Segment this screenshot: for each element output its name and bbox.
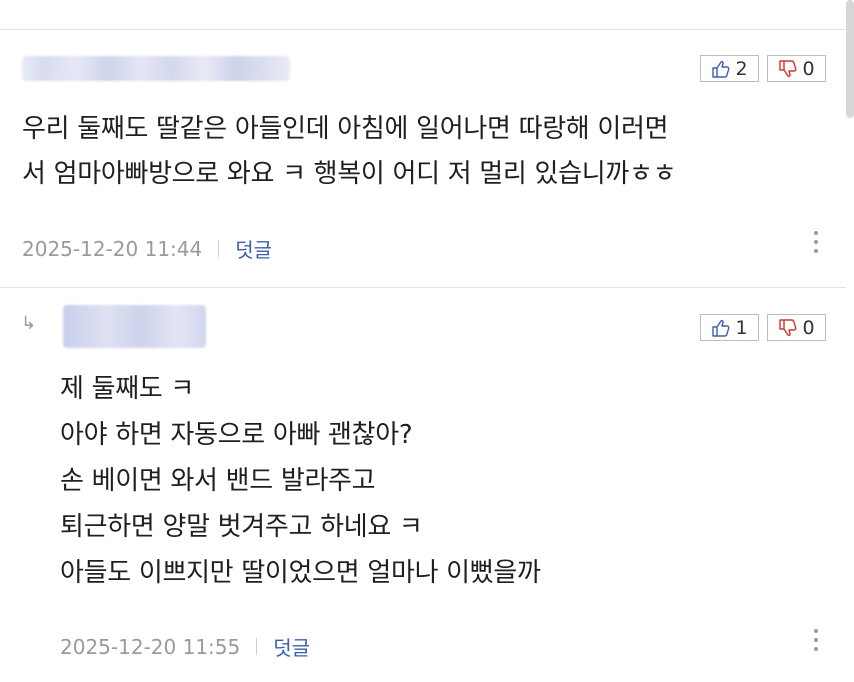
divider xyxy=(0,287,846,288)
more-vertical-icon[interactable] xyxy=(813,629,819,651)
comment-line: 서 엄마아빠방으로 와요 ㅋ 행복이 어디 저 멀리 있습니까ㅎㅎ xyxy=(22,159,677,189)
timestamp: 2025-12-20 11:44 xyxy=(22,236,203,261)
reply-link[interactable]: 덧글 xyxy=(235,234,272,263)
comment-body: 우리 둘째도 딸같은 아들인데 아침에 일어나면 따랑해 이러면 서 엄마아빠방… xyxy=(22,107,677,197)
thumbs-down-icon xyxy=(779,318,797,336)
comment-meta: 2025-12-20 11:55 덧글 xyxy=(60,632,310,661)
thumbs-up-icon xyxy=(712,60,730,78)
dislike-button[interactable]: 0 xyxy=(767,314,826,341)
blurred-username xyxy=(63,305,206,348)
like-button[interactable]: 1 xyxy=(700,314,759,341)
thumbs-up-icon xyxy=(712,319,730,337)
meta-separator xyxy=(256,638,258,655)
thumbs-down-icon xyxy=(779,59,797,77)
comment-section: 2 0 우리 둘째도 딸같은 아들인데 아침에 일어나면 따랑해 이러면 서 엄… xyxy=(0,0,854,682)
dislike-button[interactable]: 0 xyxy=(767,55,826,82)
reply-link[interactable]: 덧글 xyxy=(273,632,310,661)
reply-arrow-icon: ↳ xyxy=(21,313,37,334)
comment-line: 아야 하면 자동으로 아빠 괜찮아? xyxy=(60,420,413,450)
dislike-count: 0 xyxy=(802,57,815,80)
more-vertical-icon[interactable] xyxy=(813,231,819,253)
comment-body: 제 둘째도 ㅋ 아야 하면 자동으로 아빠 괜찮아? 손 베이면 와서 밴드 발… xyxy=(60,366,541,596)
blurred-username xyxy=(22,56,290,81)
comment-line: 아들도 이쁘지만 딸이었으면 얼마나 이뻤을까 xyxy=(60,558,541,588)
comment-line: 손 베이면 와서 밴드 발라주고 xyxy=(60,466,376,496)
timestamp: 2025-12-20 11:55 xyxy=(60,634,241,659)
divider xyxy=(0,29,846,30)
like-button[interactable]: 2 xyxy=(700,55,759,82)
scrollbar[interactable] xyxy=(846,0,854,118)
comment-line: 퇴근하면 양말 벗겨주고 하네요 ㅋ xyxy=(60,512,423,542)
comment-line: 우리 둘째도 딸같은 아들인데 아침에 일어나면 따랑해 이러면 xyxy=(22,114,669,144)
dislike-count: 0 xyxy=(802,316,815,339)
comment-line: 제 둘째도 ㅋ xyxy=(60,374,195,404)
like-count: 2 xyxy=(735,57,748,80)
comment-meta: 2025-12-20 11:44 덧글 xyxy=(22,234,272,263)
meta-separator xyxy=(218,240,220,257)
like-count: 1 xyxy=(735,316,748,339)
